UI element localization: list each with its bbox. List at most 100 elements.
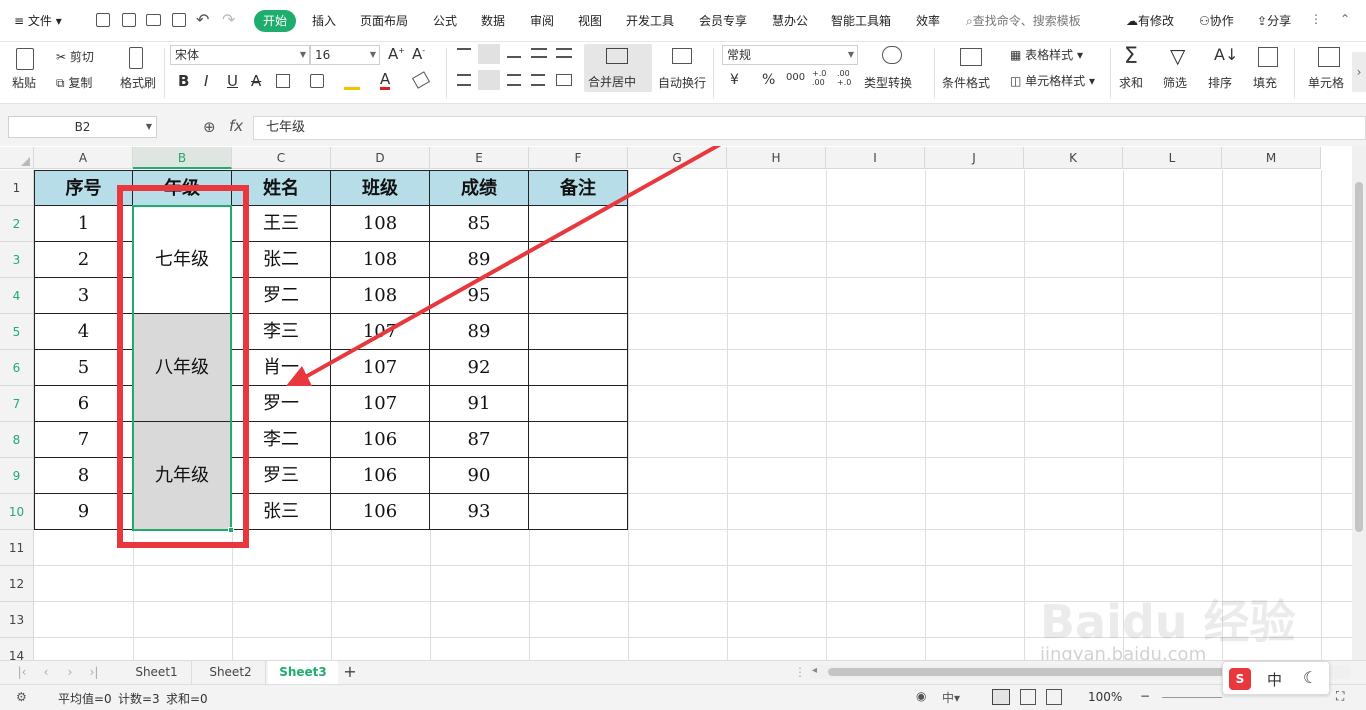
sort-icon[interactable]: A↓ [1214,45,1238,64]
row-header-9[interactable]: 9 [0,458,34,494]
table-cell[interactable]: 106 [331,458,430,494]
table-cell[interactable]: 6 [34,386,133,422]
table-cell[interactable]: 王三 [232,206,331,242]
tab-smart-office[interactable]: 慧办公 [772,12,808,29]
tab-insert[interactable]: 插入 [312,12,336,29]
share-button[interactable]: ⇪分享 [1257,12,1291,29]
sum-button[interactable]: 求和 [1119,74,1143,91]
merged-grade-cell[interactable]: 七年级 [133,206,232,314]
column-header-f[interactable]: F [529,147,628,169]
undo-icon[interactable]: ↶ [196,10,209,29]
ime-badge[interactable]: S 中 ☾ [1222,661,1330,695]
table-cell[interactable]: 108 [331,278,430,314]
align-top-icon[interactable] [457,48,471,58]
row-header-4[interactable]: 4 [0,278,34,314]
type-convert-icon[interactable] [882,46,902,64]
conditional-format-icon[interactable] [960,48,982,66]
page-break-view-icon[interactable] [1046,689,1062,705]
table-cell[interactable]: 李三 [232,314,331,350]
split-handle-icon[interactable]: ⋮ [794,661,806,684]
column-header-e[interactable]: E [430,147,529,169]
table-cell[interactable]: 2 [34,242,133,278]
merged-grade-cell[interactable]: 九年级 [133,422,232,530]
table-cell[interactable]: 107 [331,314,430,350]
column-header-l[interactable]: L [1123,147,1222,169]
table-cell[interactable]: 107 [331,386,430,422]
table-cell[interactable]: 87 [430,422,529,458]
tab-page-layout[interactable]: 页面布局 [360,12,408,29]
fullscreen-icon[interactable]: ⛶ [1336,689,1344,704]
sum-icon[interactable]: Σ [1124,44,1138,69]
column-header-m[interactable]: M [1222,147,1321,169]
print-icon[interactable] [146,14,161,26]
row-header-1[interactable]: 1 [0,170,34,206]
currency-button[interactable]: ¥ [730,72,739,88]
macro-icon[interactable]: ⚙ [16,690,27,704]
table-cell[interactable]: 李二 [232,422,331,458]
table-cell[interactable]: 89 [430,314,529,350]
spreadsheet-grid[interactable]: ABCDEFGHIJKLM 1 2 3 4 5 6 7 8 9 10 11 12 13 14 序号 年级 姓名… [0,146,1366,660]
increase-decimal-button[interactable]: +.0 .00 [812,69,830,87]
table-cell[interactable]: 106 [331,494,430,530]
collapse-ribbon-icon[interactable]: ⌃ [1340,12,1350,26]
sheet-tab-1[interactable]: Sheet1 [122,661,192,684]
next-sheet-icon[interactable]: › [62,661,78,684]
first-sheet-icon[interactable]: |‹ [14,661,30,684]
sort-button[interactable]: 排序 [1208,74,1232,91]
header-cell-2[interactable]: 年级 [133,170,232,206]
merge-center-button[interactable]: 合并居中 [584,44,652,92]
row-header-14[interactable]: 14 [0,638,34,660]
table-cell[interactable]: 8 [34,458,133,494]
strikethrough-icon[interactable]: A [251,72,261,90]
align-middle-icon[interactable] [478,44,500,64]
row-header-7[interactable]: 7 [0,386,34,422]
table-cell[interactable] [529,314,628,350]
align-center-icon[interactable] [478,70,500,90]
table-cell[interactable]: 90 [430,458,529,494]
column-header-b[interactable]: B [133,147,232,169]
zoom-slider[interactable] [1162,697,1222,698]
table-cell[interactable]: 罗二 [232,278,331,314]
tab-developer[interactable]: 开发工具 [626,12,674,29]
table-cell[interactable]: 4 [34,314,133,350]
table-cell[interactable] [529,242,628,278]
redo-icon[interactable]: ↷ [222,10,235,29]
cell-icon[interactable] [1318,47,1340,67]
align-bottom-icon[interactable] [507,48,521,58]
input-mode-icon[interactable]: 中▾ [942,689,960,706]
table-cell[interactable]: 92 [430,350,529,386]
align-left-icon[interactable] [457,74,471,86]
tab-member[interactable]: 会员专享 [699,12,747,29]
font-size-select[interactable]: 16 ▼ [310,45,380,65]
table-cell[interactable]: 7 [34,422,133,458]
print-preview-icon[interactable] [172,13,186,27]
page-layout-view-icon[interactable] [1020,689,1036,705]
number-format-select[interactable]: 常规 ▼ [722,45,858,65]
table-cell[interactable] [529,458,628,494]
table-cell[interactable]: 9 [34,494,133,530]
table-cell[interactable]: 1 [34,206,133,242]
table-cell[interactable]: 5 [34,350,133,386]
underline-button[interactable]: U [227,72,238,90]
zoom-level[interactable]: 100% [1088,690,1122,704]
fill-handle[interactable] [228,527,234,533]
indent-increase-icon[interactable] [556,48,572,58]
table-cell[interactable] [529,206,628,242]
tab-smart-toolbox[interactable]: 智能工具箱 [831,12,891,29]
last-sheet-icon[interactable]: ›| [86,661,102,684]
font-color-icon[interactable]: A [380,72,391,90]
bold-button[interactable]: B [178,72,189,90]
tab-view[interactable]: 视图 [578,12,602,29]
justify-icon[interactable] [531,74,545,86]
modified-button[interactable]: ☁有修改 [1126,12,1174,29]
table-cell[interactable]: 108 [331,242,430,278]
table-cell[interactable]: 89 [430,242,529,278]
cell-style-button[interactable]: ◫ 单元格样式 ▾ [1010,72,1095,89]
export-pdf-icon[interactable] [122,13,136,27]
vertical-scrollbar[interactable] [1352,146,1366,660]
row-header-12[interactable]: 12 [0,566,34,602]
type-convert-button[interactable]: 类型转换 [864,74,912,91]
zoom-formula-icon[interactable]: ⊕ [203,118,216,136]
sheet-tab-3[interactable]: Sheet3 [268,661,338,684]
align-right-icon[interactable] [507,74,521,86]
